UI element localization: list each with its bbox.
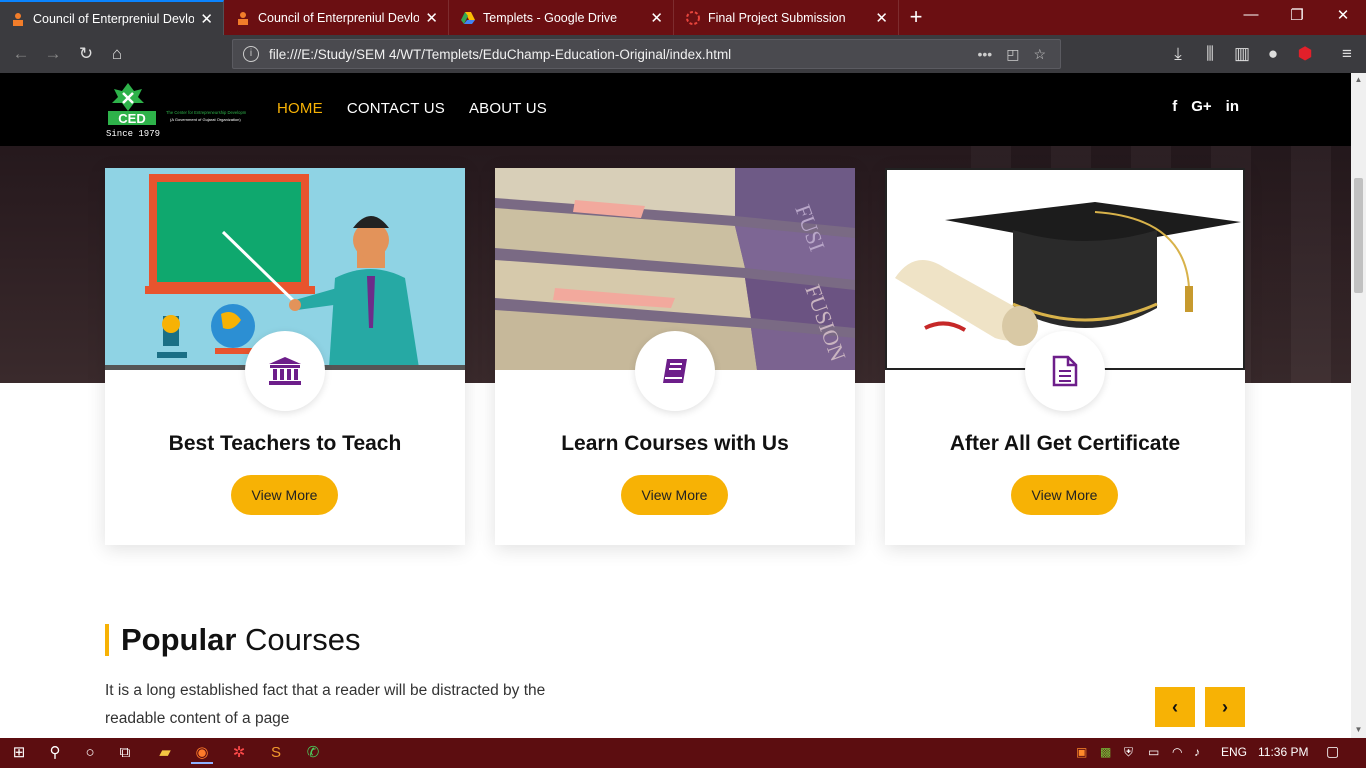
view-more-button[interactable]: View More [1011, 475, 1118, 515]
new-tab-icon[interactable]: + [904, 4, 928, 30]
tray-nvidia-icon[interactable]: ▩ [1100, 745, 1111, 759]
linkedin-icon[interactable]: in [1226, 98, 1239, 115]
web-page: CED Since 1979 The Center for Entreprene… [0, 73, 1351, 738]
menu-about-us[interactable]: ABOUT US [469, 100, 547, 117]
scrollbar-thumb[interactable] [1354, 178, 1363, 293]
wifi-icon[interactable]: ◠ [1172, 745, 1182, 759]
browser-nav-bar: ← → ↻ ⌂ i file:///E:/Study/SEM 4/WT/Temp… [0, 35, 1366, 73]
section-title: Popular Courses [105, 624, 360, 656]
section-description: It is a long established fact that a rea… [105, 682, 546, 727]
pocket-icon[interactable]: ◰ [1006, 46, 1019, 63]
url-bar[interactable]: i file:///E:/Study/SEM 4/WT/Templets/Edu… [232, 39, 1061, 69]
volume-icon[interactable]: ♪ [1194, 745, 1200, 759]
window-close-icon[interactable]: ✕ [1328, 6, 1358, 24]
feature-card-certificate: After All Get Certificate View More [885, 168, 1245, 545]
card-title: Learn Courses with Us [561, 432, 789, 455]
view-more-button[interactable]: View More [621, 475, 728, 515]
library-icon[interactable]: ⫼ [1199, 43, 1221, 65]
site-info-icon[interactable]: i [243, 46, 259, 62]
svg-text:(A Government of Gujarat Organ: (A Government of Gujarat Organization) [170, 117, 241, 122]
file-explorer-icon[interactable]: ▰ [154, 742, 176, 764]
task-view-icon[interactable]: ⧉ [114, 742, 136, 764]
close-tab-icon[interactable]: ✕ [200, 10, 213, 28]
tray-xampp-icon[interactable]: ▣ [1076, 745, 1087, 759]
back-icon[interactable]: ← [10, 43, 32, 65]
windows-start-icon[interactable]: ⊞ [8, 742, 30, 764]
card-title: After All Get Certificate [949, 432, 1181, 455]
feature-card-courses: FUSI FUSION Learn Courses with Us View M… [495, 168, 855, 545]
menu-home[interactable]: HOME [277, 100, 323, 117]
main-menu: HOME CONTACT US ABOUT US [277, 100, 547, 117]
menu-icon[interactable]: ≡ [1336, 43, 1358, 65]
ublock-icon[interactable]: ⬢ [1294, 43, 1316, 65]
site-header: CED Since 1979 The Center for Entreprene… [0, 73, 1351, 146]
loading-spinner-icon [686, 10, 700, 25]
whatsapp-icon[interactable]: ✆ [302, 742, 324, 764]
home-icon[interactable]: ⌂ [106, 43, 128, 65]
carousel-next-button[interactable]: › [1205, 687, 1245, 727]
institution-icon [245, 331, 325, 411]
action-center-icon[interactable]: ▢ [1326, 743, 1339, 760]
google-drive-icon [461, 11, 475, 24]
close-tab-icon[interactable]: ✕ [875, 9, 888, 27]
ced-favicon-icon [13, 12, 23, 26]
cortana-icon[interactable]: ○ [79, 742, 101, 764]
url-text[interactable]: file:///E:/Study/SEM 4/WT/Templets/EduCh… [269, 47, 977, 62]
app-icon[interactable]: ✲ [228, 742, 250, 764]
close-tab-icon[interactable]: ✕ [650, 9, 663, 27]
section-title-bold: Popular [121, 622, 237, 657]
windows-taskbar: ⊞ ⚲ ○ ⧉ ▰ ◉ ✲ S ✆ ▣ ▩ ⛨ ▭ ◠ ♪ ENG 11:36 … [0, 738, 1366, 768]
restore-icon[interactable]: ❐ [1282, 6, 1312, 24]
svg-text:CED: CED [118, 111, 145, 126]
card-title: Best Teachers to Teach [168, 432, 402, 455]
ced-favicon-icon [238, 11, 248, 25]
firefox-icon[interactable]: ◉ [191, 742, 213, 764]
clock[interactable]: 11:36 PM [1258, 745, 1308, 759]
sidebar-icon[interactable]: ▥ [1231, 43, 1253, 65]
scroll-down-icon[interactable]: ▼ [1351, 725, 1366, 734]
tab-4[interactable]: Final Project Submission ✕ [675, 0, 899, 35]
tab-title: Templets - Google Drive [483, 10, 618, 25]
section-title-rest: Courses [236, 622, 361, 657]
page-scrollbar[interactable]: ▲ ▼ [1351, 73, 1366, 738]
reload-icon[interactable]: ↻ [75, 43, 97, 65]
book-icon [635, 331, 715, 411]
search-icon[interactable]: ⚲ [44, 742, 66, 764]
tab-3[interactable]: Templets - Google Drive ✕ [450, 0, 674, 35]
download-icon[interactable]: ⤓ [1167, 43, 1189, 65]
svg-text:The Center for Entrepreneurshi: The Center for Entrepreneurship Developm… [166, 110, 246, 115]
tray-defender-icon[interactable]: ⛨ [1124, 745, 1133, 760]
view-more-button[interactable]: View More [231, 475, 338, 515]
document-icon [1025, 331, 1105, 411]
browser-tab-bar: Council of Enterpreniul Devlop ✕ Council… [0, 0, 1366, 35]
sublime-text-icon[interactable]: S [265, 742, 287, 764]
carousel-prev-button[interactable]: ‹ [1155, 687, 1195, 727]
minimize-icon[interactable]: — [1236, 6, 1266, 23]
battery-icon[interactable]: ▭ [1148, 745, 1159, 759]
ced-logo[interactable]: CED Since 1979 The Center for Entreprene… [104, 81, 246, 139]
tab-title: Final Project Submission [708, 10, 846, 25]
social-links: f G+ in [1172, 98, 1239, 115]
tab-title: Council of Enterpreniul Devlop [33, 11, 195, 26]
bookmark-star-icon[interactable]: ☆ [1033, 46, 1046, 63]
language-indicator[interactable]: ENG [1221, 745, 1247, 759]
menu-contact-us[interactable]: CONTACT US [347, 100, 445, 117]
tab-title: Council of Enterpreniul Devlop [258, 10, 420, 25]
tab-1[interactable]: Council of Enterpreniul Devlop ✕ [0, 0, 224, 35]
feature-card-teachers: Best Teachers to Teach View More [105, 168, 465, 545]
forward-icon[interactable]: → [42, 43, 64, 65]
google-plus-icon[interactable]: G+ [1191, 98, 1211, 115]
svg-text:Since 1979: Since 1979 [106, 129, 160, 139]
close-tab-icon[interactable]: ✕ [425, 9, 438, 27]
tab-2[interactable]: Council of Enterpreniul Devlop ✕ [225, 0, 449, 35]
scroll-up-icon[interactable]: ▲ [1351, 75, 1366, 84]
facebook-icon[interactable]: f [1172, 98, 1177, 115]
account-icon[interactable]: ● [1262, 43, 1284, 65]
more-icon[interactable]: ••• [977, 46, 992, 62]
